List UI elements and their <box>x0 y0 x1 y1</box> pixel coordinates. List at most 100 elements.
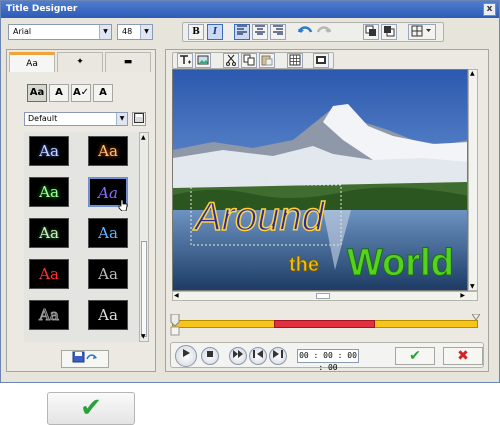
close-icon[interactable]: x <box>483 3 496 16</box>
scroll-left-icon[interactable]: ◀ <box>174 292 179 299</box>
style-preset-tile[interactable]: Aa <box>29 218 69 248</box>
undo-icon <box>297 26 313 33</box>
ok-button[interactable]: ✔ <box>395 347 435 365</box>
preset-value: Default <box>28 114 58 123</box>
title-text-around[interactable]: Around <box>192 194 326 240</box>
cancel-button[interactable]: ✖ <box>443 347 483 365</box>
timecode-display: 00 : 00 : 00 : 00 <box>297 349 359 372</box>
stop-button[interactable] <box>201 347 219 365</box>
style-preset-tile[interactable]: Aa <box>88 259 128 289</box>
layout-dropdown[interactable] <box>408 24 436 40</box>
redo-button[interactable] <box>316 24 332 40</box>
scissors-icon <box>226 54 236 66</box>
redo-icon <box>316 26 332 33</box>
scroll-right-icon[interactable]: ▶ <box>460 292 465 299</box>
matterhorn-background-image: Around the World <box>173 70 467 290</box>
play-icon <box>183 349 190 357</box>
scroll-down-icon[interactable]: ▼ <box>141 333 146 340</box>
style-preset-tile[interactable]: Aa <box>29 300 69 330</box>
play-button[interactable] <box>175 345 197 367</box>
title-timeline[interactable] <box>170 311 482 337</box>
fast-forward-button[interactable] <box>229 347 247 365</box>
insert-text-icon <box>180 55 191 64</box>
align-right-button[interactable] <box>270 24 286 40</box>
grid-icon <box>289 54 301 66</box>
bold-button[interactable]: B <box>188 24 204 40</box>
scroll-up-icon[interactable]: ▲ <box>470 70 475 77</box>
style-preset-tile[interactable]: Aa <box>88 218 128 248</box>
chevron-down-icon[interactable]: ▼ <box>140 25 152 39</box>
presets-scrollbar[interactable]: ▲ ▼ <box>139 132 149 342</box>
paste-button[interactable] <box>259 53 275 68</box>
previous-frame-button[interactable] <box>249 347 267 365</box>
scroll-up-icon[interactable]: ▲ <box>141 134 146 141</box>
style-preset-tile[interactable]: Aa <box>29 136 69 166</box>
font-size-select[interactable]: 48 ▼ <box>117 24 153 40</box>
canvas-horizontal-scrollbar[interactable]: ◀ ▶ <box>172 291 478 301</box>
confirm-button[interactable]: ✔ <box>47 392 135 425</box>
tile-label: Aa <box>39 265 59 283</box>
italic-button[interactable]: I <box>207 24 223 40</box>
layout-grid-icon <box>411 25 431 37</box>
title-text-world[interactable]: World <box>347 242 455 285</box>
chevron-down-icon[interactable]: ▼ <box>99 25 111 39</box>
next-frame-button[interactable] <box>269 347 287 365</box>
send-back-button[interactable] <box>381 24 397 40</box>
style-preset-tile[interactable]: Aa <box>29 177 69 207</box>
style-glow-button[interactable]: A <box>93 84 113 102</box>
align-center-button[interactable] <box>252 24 268 40</box>
presets-scroll-thumb[interactable] <box>141 241 147 337</box>
tab-effects[interactable]: ✦ <box>57 52 103 72</box>
insert-image-button[interactable] <box>195 53 211 68</box>
bring-front-button[interactable] <box>363 24 379 40</box>
toolbar: Arial ▼ 48 ▼ B I <box>1 20 499 44</box>
style-outline-button[interactable]: A <box>49 84 69 102</box>
insert-text-button[interactable] <box>177 53 193 68</box>
stop-icon <box>207 351 213 357</box>
copy-button[interactable] <box>241 53 257 68</box>
font-select[interactable]: Arial ▼ <box>8 24 112 40</box>
object-toolbar <box>172 52 334 69</box>
copy-icon <box>243 54 255 66</box>
insert-image-icon <box>197 55 209 65</box>
horizontal-scroll-thumb[interactable] <box>316 293 330 299</box>
save-as-icon <box>72 351 97 363</box>
styles-panel: Aa ✦ ▬ Aa A A✓ A Default ▼ Aa Aa Aa Aa A… <box>6 49 156 372</box>
timeline-duration-segment[interactable] <box>274 320 375 328</box>
scroll-down-icon[interactable]: ▼ <box>470 283 475 290</box>
next-frame-icon <box>273 350 283 358</box>
save-title-button[interactable] <box>61 350 109 368</box>
undo-button[interactable] <box>297 24 313 40</box>
font-size-value: 48 <box>122 27 133 36</box>
align-left-button[interactable] <box>234 24 250 40</box>
timeline-end-marker[interactable] <box>471 313 481 324</box>
window-title: Title Designer <box>6 4 78 14</box>
style-preset-tile[interactable]: Aa <box>88 300 128 330</box>
tile-label: Aa <box>98 184 118 202</box>
floppy-disk-icon <box>134 113 144 123</box>
style-preset-tile[interactable]: Aa <box>88 136 128 166</box>
tab-backgrounds[interactable]: ▬ <box>105 52 151 72</box>
preset-select[interactable]: Default ▼ <box>24 112 128 126</box>
canvas-vertical-scrollbar[interactable]: ▲ ▼ <box>468 69 478 291</box>
cut-button[interactable] <box>223 53 239 68</box>
bring-to-front-icon <box>365 25 376 36</box>
timeline-playhead[interactable] <box>170 313 180 336</box>
title-preview-canvas[interactable]: Around the World <box>172 69 468 291</box>
tab-text-styles[interactable]: Aa <box>9 52 55 72</box>
title-text-the[interactable]: the <box>289 254 320 277</box>
tile-label: Aa <box>39 142 59 160</box>
style-fill-button[interactable]: Aa <box>27 84 47 102</box>
tile-label: Aa <box>39 183 59 201</box>
end-marker-icon <box>471 313 481 321</box>
playback-controls: 00 : 00 : 00 : 00 ✔ ✖ <box>170 342 484 372</box>
style-preset-tile[interactable]: Aa <box>29 259 69 289</box>
safe-zone-button[interactable] <box>313 53 329 68</box>
align-left-icon <box>237 25 247 35</box>
chevron-down-icon[interactable]: ▼ <box>116 113 127 125</box>
style-shadow-button[interactable]: A✓ <box>71 84 91 102</box>
save-preset-button[interactable] <box>132 112 146 126</box>
align-right-icon <box>273 25 283 35</box>
grid-button[interactable] <box>287 53 303 68</box>
font-select-value: Arial <box>13 27 32 36</box>
